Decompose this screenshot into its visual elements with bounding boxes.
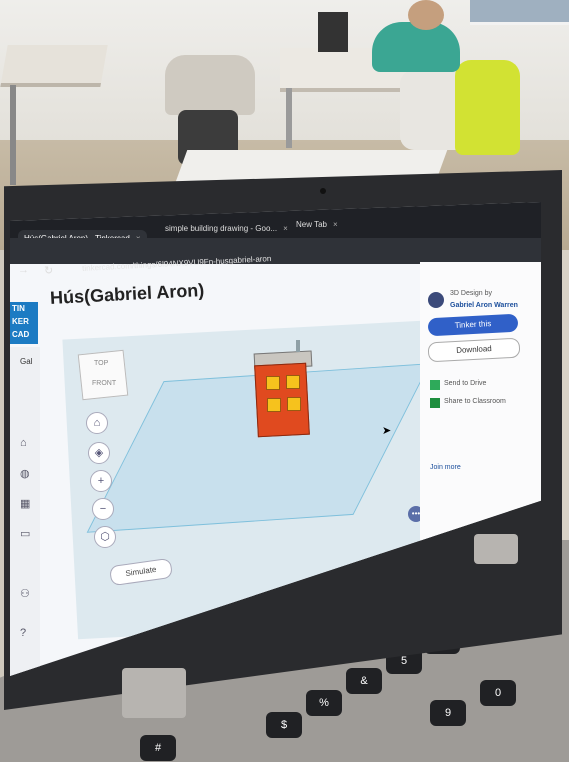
chair-grey (165, 55, 255, 115)
house-window (287, 397, 301, 411)
share-classroom-link[interactable]: Share to Classroom (444, 398, 506, 405)
desk-left (0, 45, 108, 87)
webcam (320, 188, 326, 194)
home-icon[interactable]: ⌂ (20, 437, 27, 449)
logo-line: CAD (12, 330, 30, 339)
grid-icon[interactable]: ▦ (20, 497, 30, 510)
drive-icon (430, 380, 440, 390)
desk-leg (286, 88, 292, 148)
learn-more-link[interactable]: Join more (430, 464, 461, 471)
key[interactable]: & (346, 668, 382, 694)
forward-icon[interactable]: → (18, 264, 29, 276)
perspective-icon[interactable]: ⬡ (94, 526, 116, 548)
zoom-out-icon[interactable]: − (92, 498, 114, 520)
author-name[interactable]: Gabriel Aron Warren (450, 302, 518, 309)
help-icon[interactable]: ? (20, 627, 26, 639)
house-window (266, 376, 280, 390)
person-head (408, 0, 444, 30)
mouse-cursor-icon: ➤ (382, 425, 392, 437)
chair-yellow (455, 60, 520, 155)
window (470, 0, 569, 25)
fit-view-icon[interactable]: ◈ (88, 442, 110, 464)
layers-icon[interactable]: ▭ (20, 527, 30, 540)
reload-icon[interactable]: ↻ (44, 264, 53, 277)
key[interactable]: $ (266, 712, 302, 738)
close-icon[interactable]: × (333, 220, 338, 229)
sidebar-label: Gal (20, 357, 33, 366)
key[interactable]: 0 (480, 680, 516, 706)
page-title: Hús(Gabriel Aron) (49, 279, 205, 309)
avatar[interactable] (428, 292, 444, 308)
tab-new-tab[interactable]: New Tab × (296, 220, 338, 229)
house-model (254, 362, 310, 438)
logo-line: TIN (12, 304, 25, 313)
tab-label: simple building drawing - Goo... (165, 224, 278, 233)
tab-google-search[interactable]: simple building drawing - Goo... × (165, 224, 288, 233)
key[interactable]: % (306, 690, 342, 716)
left-sidebar: Gal ⌂ ◍ ▦ ▭ ⚇ ? (10, 347, 40, 676)
person (372, 22, 460, 72)
hinge-right (474, 534, 518, 564)
key[interactable]: # (140, 735, 176, 761)
send-to-drive-link[interactable]: Send to Drive (444, 380, 486, 387)
apple-icon[interactable]: ◍ (20, 467, 30, 480)
tinkercad-logo[interactable]: TIN KER CAD (10, 302, 38, 344)
users-icon[interactable]: ⚇ (20, 587, 30, 600)
background-monitor (318, 12, 348, 52)
logo-line: KER (12, 317, 29, 326)
house-window (286, 375, 300, 389)
close-icon[interactable]: × (283, 224, 288, 233)
view-cube[interactable] (77, 349, 129, 401)
tab-label: New Tab (296, 220, 327, 229)
hinge-left (122, 668, 186, 718)
classroom-icon (430, 398, 440, 408)
author-caption: 3D Design by (450, 290, 493, 297)
address-bar[interactable] (10, 238, 541, 264)
key[interactable]: 9 (430, 700, 466, 726)
desk-leg (10, 85, 16, 185)
home-view-icon[interactable]: ⌂ (86, 412, 108, 434)
house-chimney (296, 340, 300, 352)
view-cube-front-label: FRONT (92, 380, 117, 387)
photo-scene: # $ % & 5 6 7 8 9 0 Hús(Gabriel Aron) - … (0, 0, 569, 762)
view-cube-top-label: TOP (94, 360, 109, 367)
house-window (267, 398, 281, 412)
zoom-in-icon[interactable]: + (90, 470, 112, 492)
